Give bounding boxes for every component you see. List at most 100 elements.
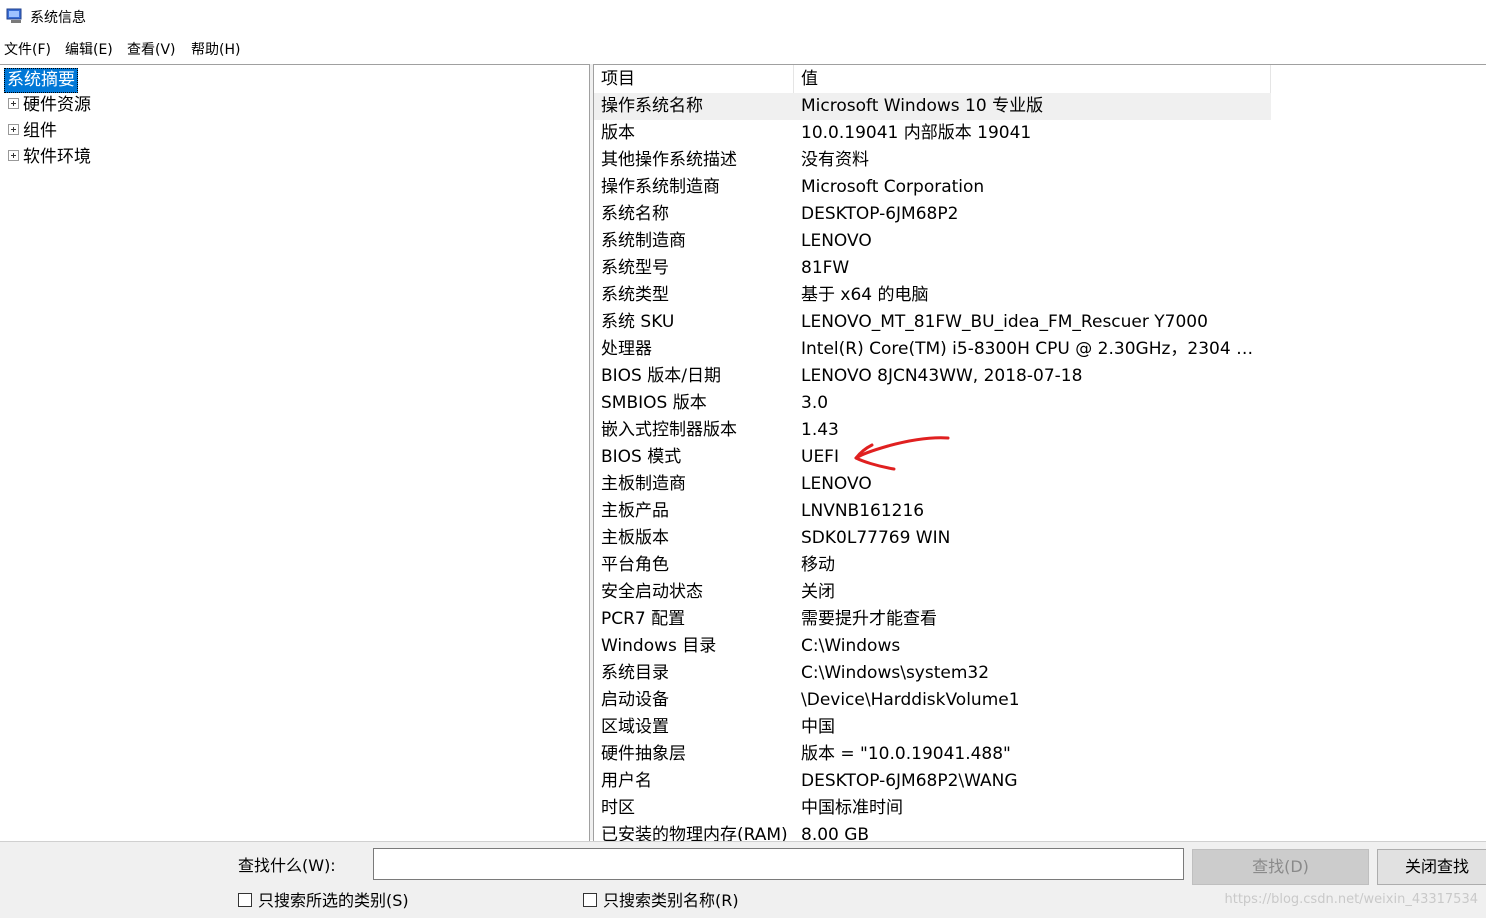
value-cell: 没有资料 (801, 150, 869, 170)
expand-plus-icon[interactable] (8, 123, 19, 135)
table-row[interactable]: 启动设备 \Device\HarddiskVolume1 (594, 687, 1271, 714)
value-cell: 3.0 (801, 393, 829, 413)
value-cell: C:\Windows\system32 (801, 663, 990, 683)
item-cell: 系统 SKU (601, 312, 675, 332)
item-cell: 安全启动状态 (601, 582, 703, 602)
window-title: 系统信息 (30, 10, 86, 26)
item-cell: 版本 (601, 123, 635, 143)
tree-item-components[interactable]: 组件 (8, 119, 57, 143)
search-selected-category-option[interactable]: 只搜索所选的类别(S) (238, 891, 409, 911)
table-row[interactable]: 其他操作系统描述 没有资料 (594, 147, 1271, 174)
table-row[interactable]: 版本 10.0.19041 内部版本 19041 (594, 120, 1271, 147)
item-cell: Windows 目录 (601, 636, 717, 656)
system-information-app-icon (6, 8, 22, 23)
menu-bar: 文件(F) 编辑(E) 查看(V) 帮助(H) (0, 36, 1486, 60)
column-header-value[interactable]: 值 (794, 65, 1271, 93)
search-category-names-checkbox[interactable] (583, 892, 597, 907)
watermark-text: https://blog.csdn.net/weixin_43317534 (1224, 892, 1478, 907)
close-find-button[interactable]: 关闭查找 (1377, 849, 1486, 885)
title-bar: 系统信息 (0, 0, 1486, 34)
menu-file[interactable]: 文件(F) (4, 39, 51, 59)
category-tree[interactable]: 系统摘要 硬件资源 组件 软件环境 (0, 64, 590, 841)
table-row[interactable]: 区域设置 中国 (594, 714, 1271, 741)
item-cell: 系统目录 (601, 663, 669, 683)
tree-item-software-environment[interactable]: 软件环境 (8, 145, 91, 169)
details-rows: 操作系统名称 Microsoft Windows 10 专业版 版本 10.0.190… (594, 93, 1271, 841)
value-cell: C:\Windows (801, 636, 901, 656)
value-cell: 中国 (801, 717, 835, 737)
value-cell: 8.00 GB (801, 825, 870, 841)
item-cell: 主板制造商 (601, 474, 686, 494)
value-cell: 关闭 (801, 582, 835, 602)
value-cell: 需要提升才能查看 (801, 609, 937, 629)
search-category-names-option[interactable]: 只搜索类别名称(R) (583, 891, 739, 911)
expand-plus-icon[interactable] (8, 149, 19, 161)
table-row[interactable]: 系统 SKU LENOVO_MT_81FW_BU_idea_FM_Rescuer … (594, 309, 1271, 336)
item-cell: PCR7 配置 (601, 609, 686, 629)
tree-item-system-summary[interactable]: 系统摘要 (4, 68, 78, 93)
item-cell: 已安装的物理内存(RAM) (601, 825, 788, 841)
find-what-input[interactable] (373, 848, 1184, 880)
item-cell: 时区 (601, 798, 635, 818)
table-row[interactable]: BIOS 版本/日期 LENOVO 8JCN43WW, 2018-07-18 (594, 363, 1271, 390)
table-row[interactable]: PCR7 配置 需要提升才能查看 (594, 606, 1271, 633)
value-cell: LENOVO (801, 474, 872, 494)
menu-view[interactable]: 查看(V) (127, 39, 176, 59)
search-category-names-label: 只搜索类别名称(R) (603, 891, 739, 910)
item-cell: 操作系统制造商 (601, 177, 720, 197)
item-cell: 系统名称 (601, 204, 669, 224)
table-row[interactable]: 硬件抽象层 版本 = "10.0.19041.488" (594, 741, 1271, 768)
table-row[interactable]: BIOS 模式 UEFI (594, 444, 1271, 471)
menu-help[interactable]: 帮助(H) (191, 39, 240, 59)
value-cell: 基于 x64 的电脑 (801, 285, 929, 305)
find-button[interactable]: 查找(D) (1192, 849, 1369, 885)
value-cell: 中国标准时间 (801, 798, 903, 818)
item-cell: 其他操作系统描述 (601, 150, 737, 170)
item-cell: 操作系统名称 (601, 96, 703, 116)
table-row[interactable]: 时区 中国标准时间 (594, 795, 1271, 822)
column-header-item[interactable]: 项目 (594, 65, 794, 93)
item-cell: 用户名 (601, 771, 652, 791)
item-cell: 平台角色 (601, 555, 669, 575)
table-row[interactable]: 系统制造商 LENOVO (594, 228, 1271, 255)
value-cell: 版本 = "10.0.19041.488" (801, 744, 1011, 764)
table-row[interactable]: 主板版本 SDK0L77769 WIN (594, 525, 1271, 552)
item-cell: 启动设备 (601, 690, 669, 710)
table-row[interactable]: Windows 目录 C:\Windows (594, 633, 1271, 660)
item-cell: 区域设置 (601, 717, 669, 737)
item-cell: SMBIOS 版本 (601, 393, 707, 413)
table-row[interactable]: 已安装的物理内存(RAM) 8.00 GB (594, 822, 1271, 841)
expand-plus-icon[interactable] (8, 97, 19, 109)
details-list[interactable]: 项目 值 操作系统名称 Microsoft Windows 10 专业版 版本 10.… (593, 64, 1486, 841)
table-row[interactable]: SMBIOS 版本 3.0 (594, 390, 1271, 417)
value-cell: \Device\HarddiskVolume1 (801, 690, 1020, 710)
table-row[interactable]: 主板制造商 LENOVO (594, 471, 1271, 498)
table-row[interactable]: 主板产品 LNVNB161216 (594, 498, 1271, 525)
value-cell: LENOVO 8JCN43WW, 2018-07-18 (801, 366, 1083, 386)
tree-item-label: 软件环境 (23, 147, 91, 167)
table-row[interactable]: 平台角色 移动 (594, 552, 1271, 579)
search-selected-category-checkbox[interactable] (238, 892, 252, 907)
table-row[interactable]: 系统名称 DESKTOP-6JM68P2 (594, 201, 1271, 228)
find-what-label: 查找什么(W): (238, 856, 336, 875)
table-row[interactable]: 操作系统制造商 Microsoft Corporation (594, 174, 1271, 201)
table-row[interactable]: 安全启动状态 关闭 (594, 579, 1271, 606)
search-bar: 查找什么(W): 查找(D) 关闭查找 只搜索所选的类别(S) 只搜索类别名称(… (0, 841, 1486, 918)
table-row[interactable]: 系统目录 C:\Windows\system32 (594, 660, 1271, 687)
table-row[interactable]: 系统型号 81FW (594, 255, 1271, 282)
menu-edit[interactable]: 编辑(E) (65, 39, 113, 59)
table-row[interactable]: 用户名 DESKTOP-6JM68P2\WANG (594, 768, 1271, 795)
item-cell: 主板版本 (601, 528, 669, 548)
search-selected-category-label: 只搜索所选的类别(S) (258, 891, 409, 910)
table-row[interactable]: 系统类型 基于 x64 的电脑 (594, 282, 1271, 309)
tree-item-hardware-resources[interactable]: 硬件资源 (8, 93, 91, 117)
value-cell: UEFI (801, 447, 839, 467)
table-row[interactable]: 嵌入式控制器版本 1.43 (594, 417, 1271, 444)
value-cell: 1.43 (801, 420, 839, 440)
value-cell: LENOVO (801, 231, 872, 251)
value-cell: 移动 (801, 555, 835, 575)
table-row[interactable]: 处理器 Intel(R) Core(TM) i5-8300H CPU @ 2.30… (594, 336, 1271, 363)
value-cell: DESKTOP-6JM68P2 (801, 204, 959, 224)
table-row[interactable]: 操作系统名称 Microsoft Windows 10 专业版 (594, 93, 1271, 120)
item-cell: 系统型号 (601, 258, 669, 278)
